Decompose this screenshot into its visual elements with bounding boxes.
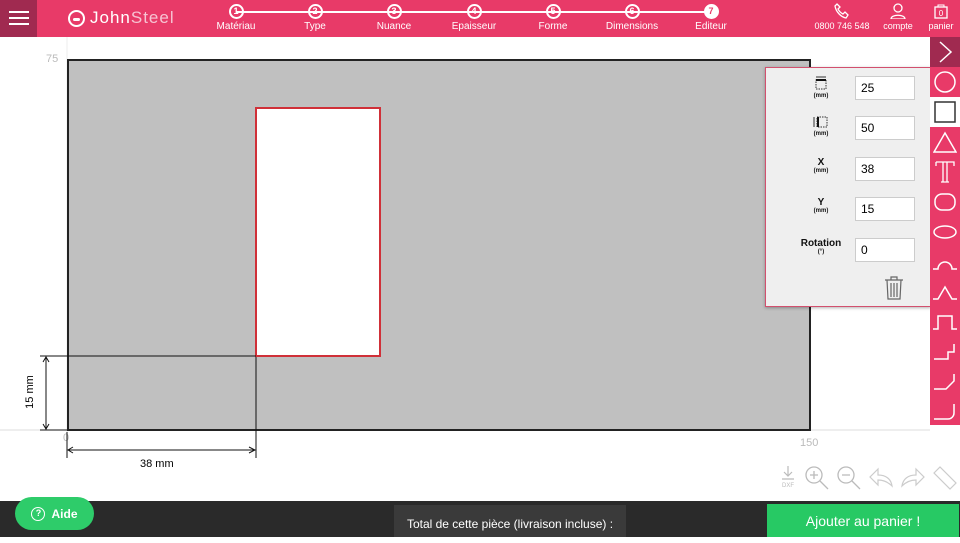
chamfer-icon: [934, 374, 955, 390]
cart-count: 0: [939, 9, 944, 18]
step-label: Dimensions: [605, 21, 659, 32]
step-number: 6: [624, 4, 640, 19]
peak-edge-tool[interactable]: [930, 277, 960, 307]
user-icon: [890, 3, 906, 19]
collapse-tool[interactable]: [930, 37, 960, 67]
step-label: Forme: [538, 21, 568, 32]
rotation-text: Rotation: [800, 238, 842, 249]
chamfer-corner-tool[interactable]: [930, 367, 960, 397]
trash-icon[interactable]: [884, 276, 904, 300]
help-button[interactable]: ? Aide: [15, 497, 94, 530]
unit: (mm): [813, 168, 829, 174]
step-editeur[interactable]: 7 Editeur: [681, 4, 741, 32]
add-to-cart-button[interactable]: Ajouter au panier !: [767, 504, 959, 537]
height-icon: [813, 116, 828, 128]
x-row: X (mm): [766, 157, 932, 187]
notch-edge-tool[interactable]: [930, 307, 960, 337]
rounded-rectangle-tool[interactable]: [930, 187, 960, 217]
rotation-row: Rotation (°): [766, 238, 932, 268]
zoom-in-icon[interactable]: [804, 465, 830, 491]
round-corner-tool[interactable]: [930, 397, 960, 427]
y-input[interactable]: [855, 197, 915, 221]
question-icon: ?: [31, 506, 46, 521]
x-label: X (mm): [786, 157, 856, 174]
width-icon: [815, 76, 827, 90]
dxf-label: DXF: [782, 483, 794, 489]
bag-icon: 0: [934, 4, 948, 19]
step-number: 5: [545, 4, 561, 19]
total-price: Total de cette pièce (livraison incluse)…: [394, 505, 626, 537]
width-label: (mm): [786, 76, 856, 99]
canvas-toolbar: DXF: [778, 465, 958, 491]
undo-icon[interactable]: [868, 465, 894, 491]
unit: (mm): [813, 208, 829, 214]
triangle-tool[interactable]: [930, 127, 960, 157]
phone-link[interactable]: 0800 746 548: [812, 3, 872, 31]
unit: (mm): [813, 131, 829, 137]
cart-link[interactable]: 0 panier: [924, 3, 958, 31]
height-input[interactable]: [855, 116, 915, 140]
width-input[interactable]: [855, 76, 915, 100]
x-text: X: [817, 157, 825, 168]
account-label: compte: [883, 21, 913, 31]
account-link[interactable]: compte: [880, 3, 916, 31]
dimension-lines: [40, 355, 257, 458]
shape-properties-panel: (mm) (mm) X(mm) Y(mm) Rotation(°): [765, 67, 931, 307]
height-label: (mm): [786, 116, 856, 137]
dxf-download-button[interactable]: DXF: [778, 465, 798, 491]
square-icon: [934, 101, 956, 123]
circle-icon: [934, 71, 956, 93]
arc-edge-tool[interactable]: [930, 247, 960, 277]
round-corner-icon: [934, 404, 955, 420]
dimension-x-label: 38 mm: [140, 458, 174, 470]
step-label: Nuance: [376, 21, 412, 32]
unit: (mm): [813, 93, 829, 99]
triangle-icon: [933, 131, 957, 153]
step-label: Type: [304, 21, 326, 32]
x-max-label: 150: [800, 437, 819, 449]
y-row: Y (mm): [766, 197, 932, 227]
rotation-input[interactable]: [855, 238, 915, 262]
step-number: 2: [307, 4, 323, 19]
phone-number: 0800 746 548: [814, 21, 870, 31]
step-label: Editeur: [695, 21, 727, 32]
ruler-icon[interactable]: [932, 465, 958, 491]
unit: (°): [817, 249, 825, 255]
chevron-right-icon: [939, 41, 953, 63]
rounded-rect-icon: [934, 193, 956, 211]
x-input[interactable]: [855, 157, 915, 181]
download-icon: [782, 466, 794, 480]
step-nuance[interactable]: 3 Nuance: [364, 4, 424, 32]
step-icon: [934, 344, 955, 360]
circle-tool[interactable]: [930, 67, 960, 97]
y-label: Y (mm): [786, 197, 856, 214]
dimension-y-label: 15 mm: [24, 375, 36, 409]
arc-icon: [933, 261, 957, 270]
zoom-out-icon[interactable]: [836, 465, 862, 491]
step-label: Epaisseur: [451, 21, 497, 32]
phone-icon: [834, 3, 849, 19]
notch-icon: [933, 315, 957, 330]
rectangle-tool[interactable]: [930, 97, 960, 127]
cart-label: panier: [928, 21, 954, 31]
redo-icon[interactable]: [900, 465, 926, 491]
help-label: Aide: [51, 506, 78, 521]
step-corner-tool[interactable]: [930, 337, 960, 367]
y-text: Y: [817, 197, 825, 208]
height-row: (mm): [766, 116, 932, 146]
ellipse-tool[interactable]: [930, 217, 960, 247]
width-row: (mm): [766, 76, 932, 106]
step-dimensions[interactable]: 6 Dimensions: [602, 4, 662, 32]
rotation-label: Rotation (°): [786, 238, 856, 255]
text-tool[interactable]: [930, 157, 960, 187]
peak-icon: [933, 285, 957, 300]
text-icon: [935, 161, 955, 183]
step-number: 7: [703, 4, 719, 19]
step-number: 4: [466, 4, 482, 19]
step-forme[interactable]: 5 Forme: [523, 4, 583, 32]
ellipse-icon: [933, 225, 957, 239]
shape-toolbar: [930, 37, 960, 425]
step-epaisseur[interactable]: 4 Epaisseur: [444, 4, 504, 32]
step-number: 3: [386, 4, 402, 19]
